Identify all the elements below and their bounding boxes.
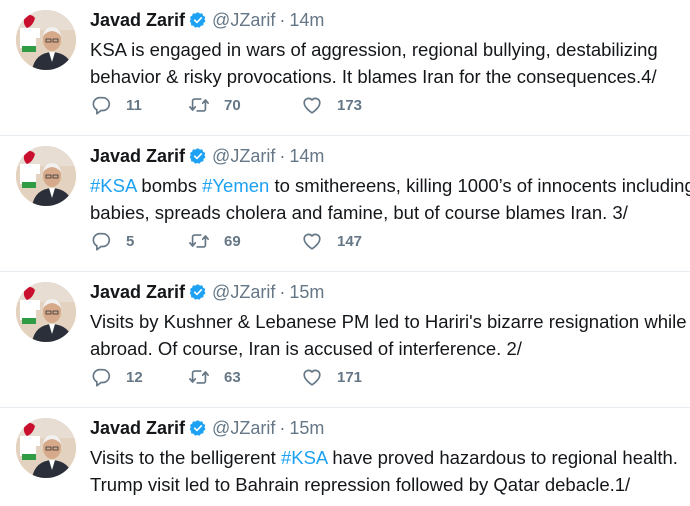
tweet-text-line: KSA is engaged in wars of aggression, re…	[90, 39, 658, 60]
separator-dot: ·	[279, 145, 286, 166]
tweet-text-segment: to smithereens, killing 1000’s of innoce…	[269, 175, 690, 196]
tweet-header: Javad Zarif @JZarif · 15m	[90, 416, 680, 440]
tweet-actions: 12 63 171	[90, 366, 362, 388]
tweet-header: Javad Zarif @JZarif · 14m	[90, 8, 680, 32]
reply-icon	[92, 96, 111, 115]
reply-button[interactable]: 11	[90, 94, 188, 116]
user-handle[interactable]: @JZarif	[212, 282, 275, 303]
retweet-button[interactable]: 63	[188, 366, 301, 388]
tweet-content: Javad Zarif @JZarif · 14m #KSA bombs #Ye…	[90, 144, 690, 226]
verified-badge-icon	[189, 148, 206, 164]
heart-icon	[303, 97, 321, 114]
verified-badge-icon	[189, 12, 206, 28]
verified-badge-icon	[189, 420, 206, 436]
tweet-text-segment: have proved hazardous to regional health…	[327, 447, 678, 468]
hashtag-link[interactable]: #Yemen	[202, 175, 269, 196]
reply-icon	[92, 368, 111, 387]
tweet-text: #KSA bombs #Yemen to smithereens, killin…	[90, 172, 690, 226]
separator-dot: ·	[279, 281, 286, 302]
tweet-text-line: Visits by Kushner & Lebanese PM led to H…	[90, 311, 687, 332]
retweet-icon	[189, 98, 209, 112]
retweet-button[interactable]: 69	[188, 230, 301, 252]
like-button[interactable]: 147	[301, 230, 362, 252]
user-handle[interactable]: @JZarif	[212, 146, 275, 167]
retweet-count: 63	[224, 368, 241, 386]
tweet[interactable]: Javad Zarif @JZarif · 14m #KSA bombs #Ye…	[0, 136, 690, 272]
user-name[interactable]: Javad Zarif	[90, 282, 185, 303]
tweet-time[interactable]: 15m	[289, 282, 324, 303]
like-button[interactable]: 173	[301, 94, 362, 116]
tweet-text: KSA is engaged in wars of aggression, re…	[90, 36, 680, 90]
tweet-content: Javad Zarif @JZarif · 14m KSA is engaged…	[90, 8, 680, 90]
retweet-icon	[189, 370, 209, 384]
tweet-header: Javad Zarif @JZarif · 14m	[90, 144, 680, 168]
tweet-text-line: Trump visit led to Bahrain repression fo…	[90, 474, 631, 495]
reply-button[interactable]: 5	[90, 230, 188, 252]
reply-count: 12	[126, 368, 143, 386]
tweet-text-line: #KSA bombs #Yemen to smithereens, killin…	[90, 172, 690, 199]
avatar[interactable]	[16, 282, 76, 342]
tweet-actions: 11 70 173	[90, 94, 362, 116]
user-handle[interactable]: @JZarif	[212, 10, 275, 31]
user-handle[interactable]: @JZarif	[212, 418, 275, 439]
verified-badge-icon	[189, 284, 206, 300]
tweet-text-segment: Visits to the belligerent	[90, 447, 281, 468]
user-name[interactable]: Javad Zarif	[90, 418, 185, 439]
like-count: 147	[337, 232, 363, 250]
avatar[interactable]	[16, 10, 76, 70]
reply-button[interactable]: 12	[90, 366, 188, 388]
heart-icon	[303, 233, 321, 250]
tweet-header: Javad Zarif @JZarif · 15m	[90, 280, 680, 304]
like-button[interactable]: 171	[301, 366, 362, 388]
hashtag-link[interactable]: #KSA	[281, 447, 327, 468]
tweet[interactable]: Javad Zarif @JZarif · 15m Visits by Kush…	[0, 272, 690, 408]
tweet-time[interactable]: 14m	[289, 146, 324, 167]
reply-icon	[92, 232, 111, 251]
tweet[interactable]: Javad Zarif @JZarif · 15m Visits to the …	[0, 408, 690, 506]
reply-count: 11	[126, 96, 142, 114]
reply-count: 5	[126, 232, 135, 250]
user-name[interactable]: Javad Zarif	[90, 10, 185, 31]
tweet-text-line: babies, spreads cholera and famine, but …	[90, 202, 628, 223]
user-name[interactable]: Javad Zarif	[90, 146, 185, 167]
separator-dot: ·	[279, 9, 286, 30]
tweet-time[interactable]: 14m	[289, 10, 324, 31]
retweet-count: 70	[224, 96, 241, 114]
heart-icon	[303, 369, 321, 386]
avatar[interactable]	[16, 418, 76, 478]
retweet-count: 69	[224, 232, 241, 250]
tweet-time[interactable]: 15m	[289, 418, 324, 439]
like-count: 171	[337, 368, 363, 386]
tweet-text-line: behavior & risky provocations. It blames…	[90, 66, 657, 87]
tweet-text-line: Visits to the belligerent #KSA have prov…	[90, 444, 680, 471]
tweet-text: Visits by Kushner & Lebanese PM led to H…	[90, 308, 687, 362]
tweet-content: Javad Zarif @JZarif · 15m Visits to the …	[90, 416, 680, 498]
hashtag-link[interactable]: #KSA	[90, 175, 136, 196]
tweet-text-line: abroad. Of course, Iran is accused of in…	[90, 338, 522, 359]
avatar[interactable]	[16, 146, 76, 206]
separator-dot: ·	[279, 417, 286, 438]
retweet-button[interactable]: 70	[188, 94, 301, 116]
tweet[interactable]: Javad Zarif @JZarif · 14m KSA is engaged…	[0, 0, 690, 136]
retweet-icon	[189, 234, 209, 248]
tweet-content: Javad Zarif @JZarif · 15m Visits by Kush…	[90, 280, 687, 362]
tweet-text: Visits to the belligerent #KSA have prov…	[90, 444, 680, 498]
tweet-text-segment: bombs	[136, 175, 203, 196]
tweet-feed: Javad Zarif @JZarif · 14m KSA is engaged…	[0, 0, 690, 506]
tweet-actions: 5 69 147	[90, 230, 362, 252]
like-count: 173	[337, 96, 363, 114]
